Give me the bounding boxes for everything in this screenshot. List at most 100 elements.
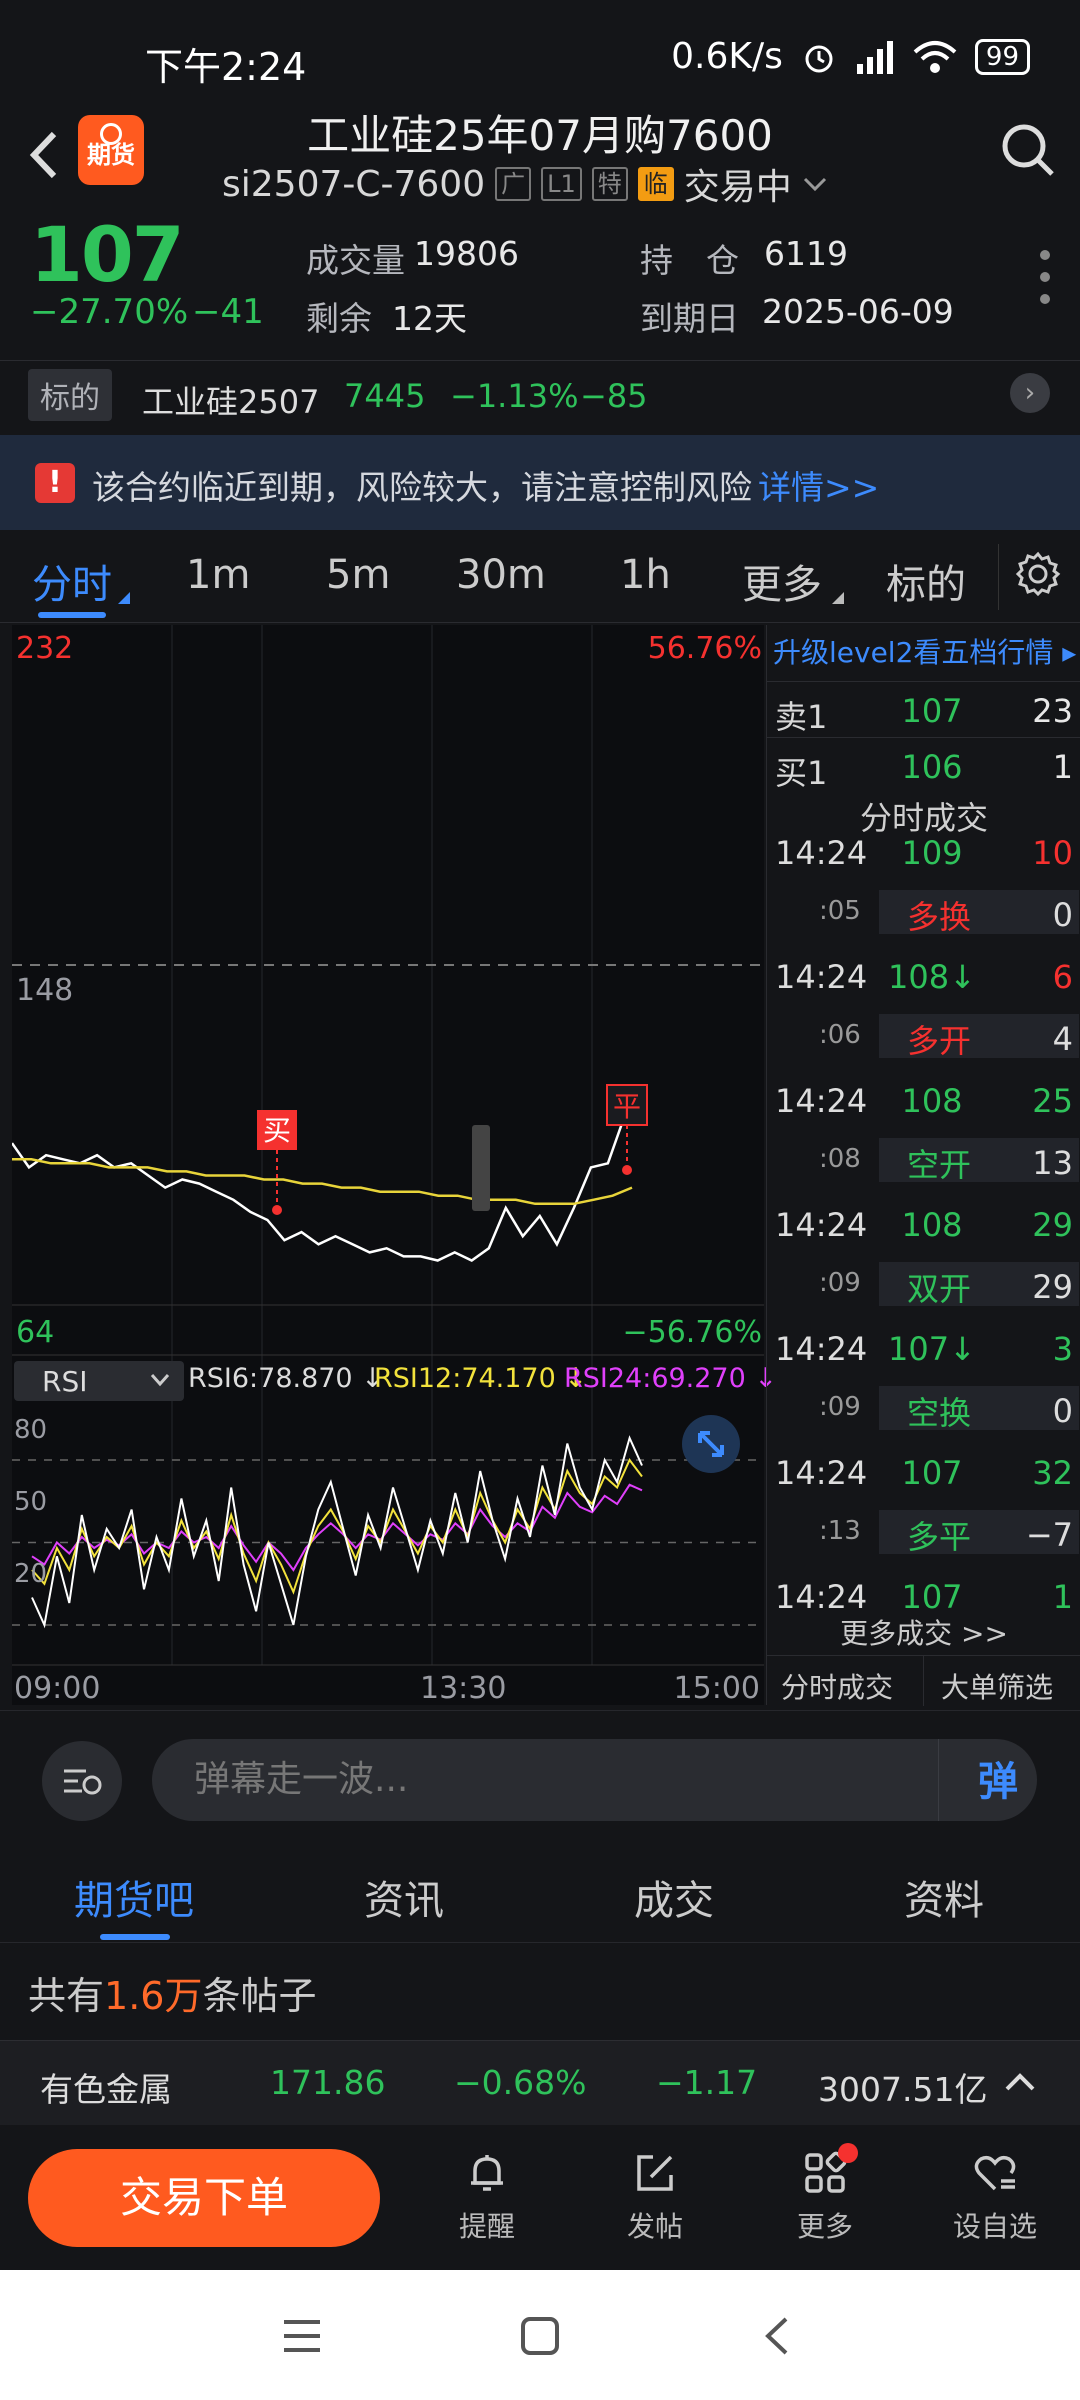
- rsi6-label: RSI6:78.870 ↓: [188, 1363, 384, 1394]
- underlying-name: 工业硅2507: [142, 383, 320, 421]
- remaining-value: 12天: [392, 299, 467, 338]
- tab-large-order-filter[interactable]: 大单筛选: [941, 1666, 1053, 1706]
- buy-marker-label: 买: [263, 1114, 291, 1147]
- tick-time: 14:24: [775, 840, 868, 872]
- chart-drag-handle[interactable]: [472, 1125, 490, 1211]
- sector-price: 171.86: [270, 2063, 386, 2102]
- danmaku-bar: 弹幕走一波... 弹: [0, 1710, 1080, 1841]
- tick-seconds: :09: [819, 1392, 861, 1422]
- trading-status[interactable]: 交易中: [684, 158, 792, 210]
- tab-30m[interactable]: 30m: [456, 552, 546, 598]
- tick-type: 空开: [906, 1146, 971, 1184]
- tick-list[interactable]: 14:24 109 10:05 多换 0 14:24 108↓ 6:06 多开 4 14:24 108…: [767, 840, 1080, 1610]
- rsi12-label: RSI12:74.170 ↓: [374, 1363, 588, 1394]
- chevron-down-icon[interactable]: [802, 174, 828, 194]
- add-watchlist-button[interactable]: 设自选: [940, 2147, 1050, 2245]
- indicator-select[interactable]: RSI: [14, 1361, 184, 1401]
- tick-row: 14:24 107↓ 3: [767, 1320, 1080, 1376]
- reminder-button[interactable]: 提醒: [432, 2147, 542, 2245]
- danmaku-filter-icon[interactable]: [42, 1741, 122, 1821]
- menu-icon[interactable]: [282, 2318, 322, 2354]
- tick-type-cell: 多开: [879, 1014, 1079, 1060]
- tick-price: 107: [901, 1578, 963, 1610]
- close-marker-dot: [622, 1165, 632, 1175]
- tick-time: 14:24: [775, 1578, 868, 1610]
- header: 期货 工业硅25年07月购7600 si2507-C-7600 广 L1 特 临…: [0, 100, 1080, 210]
- signal-icon: [856, 40, 893, 74]
- tab-trades[interactable]: 成交: [634, 1868, 714, 1926]
- chevron-down-icon: [150, 1374, 170, 1387]
- sector-pct: −0.68%: [454, 2063, 587, 2102]
- place-order-button[interactable]: 交易下单: [28, 2149, 380, 2247]
- tab-futures-forum[interactable]: 期货吧: [74, 1868, 194, 1926]
- chevron-up-icon[interactable]: [1004, 2071, 1036, 2093]
- tab-1m[interactable]: 1m: [186, 552, 250, 598]
- tick-type-volume: 4: [1052, 1020, 1073, 1058]
- underlying-price: 7445: [344, 377, 426, 415]
- tick-row: 14:24 108 29: [767, 1196, 1080, 1252]
- period-tabs: 分时 1m 5m 30m 1h 更多 标的: [0, 530, 1080, 623]
- rsi-level-50: 50: [14, 1487, 48, 1517]
- warning-details-link[interactable]: 详情>>: [758, 461, 879, 509]
- dropdown-corner-icon: [832, 592, 844, 604]
- rsi-level-20: 20: [14, 1559, 48, 1589]
- tick-time: 14:24: [775, 1454, 868, 1492]
- post-button[interactable]: 发帖: [600, 2147, 710, 2245]
- bell-icon: [471, 2155, 503, 2191]
- more-button[interactable]: 更多: [770, 2143, 880, 2245]
- danmaku-input[interactable]: 弹幕走一波...: [152, 1739, 1037, 1821]
- tick-price: 109: [901, 840, 963, 872]
- active-tab-indicator: [38, 612, 106, 618]
- bid-row: 买1 106 1: [767, 737, 1080, 792]
- more-ticks-link[interactable]: 更多成交 >>: [767, 1612, 1080, 1652]
- change-value: −41: [192, 292, 264, 332]
- bid-volume: 1: [1052, 748, 1073, 786]
- tab-profile[interactable]: 资料: [904, 1868, 984, 1926]
- upgrade-level2-link[interactable]: 升级level2看五档行情 ▸: [773, 631, 1076, 671]
- tick-time: 14:24: [775, 1330, 868, 1368]
- search-icon[interactable]: [998, 120, 1058, 180]
- tab-news[interactable]: 资讯: [364, 1868, 444, 1926]
- dropdown-corner-icon: [118, 592, 130, 604]
- rsi24-value: RSI24:69.270: [564, 1363, 746, 1394]
- status-time: 下午2:24: [145, 45, 307, 89]
- back-nav-icon[interactable]: [762, 2316, 792, 2356]
- x-label-end: 15:00: [673, 1671, 760, 1706]
- sector-change: −1.17: [656, 2063, 758, 2102]
- danmaku-send-button[interactable]: 弹: [978, 1749, 1040, 1811]
- chevron-right-icon[interactable]: ›: [1010, 373, 1050, 413]
- underlying-bar[interactable]: 标的 工业硅2507 7445 −1.13% −85 ›: [0, 360, 1080, 431]
- tab-5m[interactable]: 5m: [326, 552, 390, 598]
- tick-time: 14:24: [775, 958, 868, 996]
- x-label-mid: 13:30: [420, 1671, 507, 1706]
- status-bar: 下午2:24 0.6K/s 99: [0, 0, 1080, 110]
- tab-underlying[interactable]: 标的: [886, 552, 966, 610]
- tab-more[interactable]: 更多: [742, 552, 822, 610]
- intraday-chart[interactable]: 买平 232 56.76% 148 64 −56.76% RSI RSI6:78…: [10, 625, 777, 1706]
- tag-te: 特: [591, 167, 628, 201]
- expand-chart-icon[interactable]: [682, 1415, 740, 1473]
- ask-label: 卖1: [775, 698, 828, 736]
- tick-type: 双开: [906, 1270, 971, 1308]
- tick-type: 空换: [906, 1394, 971, 1432]
- tab-1h[interactable]: 1h: [620, 552, 671, 598]
- post-label: 发帖: [626, 2210, 683, 2243]
- bid-label: 买1: [775, 754, 828, 792]
- tab-intraday[interactable]: 分时: [32, 552, 112, 610]
- rsi12-value: RSI12:74.170: [374, 1363, 556, 1394]
- tab-tick-trades[interactable]: 分时成交: [781, 1666, 893, 1706]
- risk-warning-banner: ! 该合约临近到期，风险较大，请注意控制风险 详情>>: [0, 435, 1080, 530]
- sector-bar[interactable]: 有色金属 171.86 −0.68% −1.17 3007.51亿: [0, 2040, 1080, 2126]
- gear-icon[interactable]: [1014, 550, 1062, 598]
- post-count-suffix: 条帖子: [202, 1974, 317, 2018]
- home-icon[interactable]: [520, 2316, 560, 2356]
- status-icons: 0.6K/s 99: [671, 36, 1030, 77]
- tick-type-volume: 13: [1032, 1144, 1073, 1182]
- ask-row: 卖1 107 23: [767, 681, 1080, 736]
- axis-bottom-price: 64: [16, 1315, 55, 1350]
- tick-type-row: :09 双开 29: [767, 1258, 1080, 1314]
- volume-label: 成交量: [306, 241, 405, 280]
- post-count: 共有1.6万条帖子: [28, 1965, 316, 2020]
- alarm-icon: [805, 45, 833, 72]
- more-options-icon[interactable]: [1040, 250, 1052, 310]
